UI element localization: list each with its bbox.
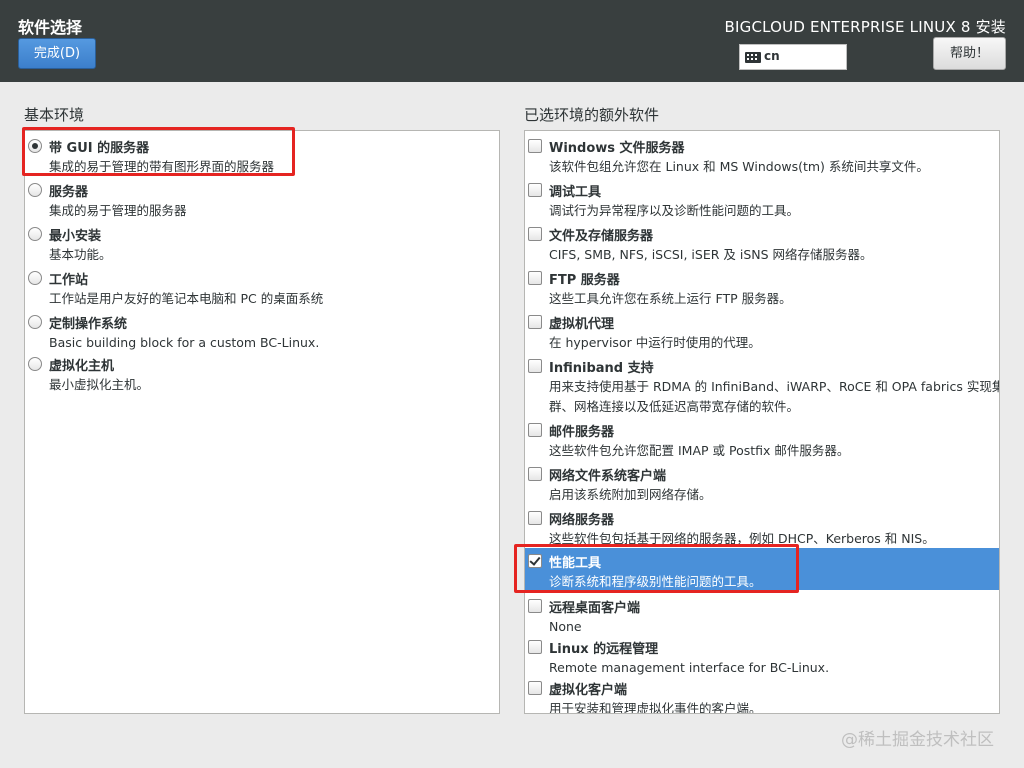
option-description: 工作站是用户友好的笔记本电脑和 PC 的桌面系统 [49, 291, 324, 306]
checkbox[interactable] [528, 227, 542, 241]
checkbox[interactable] [528, 423, 542, 437]
option-title: 虚拟化主机 [49, 359, 115, 374]
done-button[interactable]: 完成(D) [18, 38, 96, 69]
keyboard-layout-indicator[interactable]: cn [739, 44, 847, 70]
addon-title: 远程桌面客户端 [549, 601, 641, 616]
checkbox[interactable] [528, 640, 542, 654]
keyboard-layout-label: cn [764, 49, 780, 63]
option-description: 基本功能。 [49, 247, 112, 262]
radio-button[interactable] [28, 183, 42, 197]
addon-description: None [549, 619, 582, 634]
addon-title: 虚拟化客户端 [549, 683, 628, 698]
option-title: 定制操作系统 [49, 317, 128, 332]
highlight-annotation-box [514, 544, 799, 593]
option-title: 最小安装 [49, 229, 102, 244]
addons-heading: 已选环境的额外软件 [524, 106, 660, 124]
addon-description: 该软件包组允许您在 Linux 和 MS Windows(tm) 系统间共享文件… [549, 159, 929, 174]
base-environment-heading: 基本环境 [24, 106, 85, 124]
checkbox[interactable] [528, 359, 542, 373]
page-title: 软件选择 [18, 18, 83, 37]
checkbox[interactable] [528, 139, 542, 153]
addon-description: 用于安装和管理虚拟化事件的客户端。 [549, 701, 762, 714]
option-description: 集成的易于管理的服务器 [49, 203, 187, 218]
addon-description: Remote management interface for BC-Linux… [549, 660, 830, 675]
checkbox[interactable] [528, 599, 542, 613]
addon-title: 调试工具 [549, 185, 602, 200]
addon-description: 用来支持使用基于 RDMA 的 InfiniBand、iWARP、RoCE 和 … [549, 379, 1000, 394]
checkbox[interactable] [528, 271, 542, 285]
help-button[interactable]: 帮助！ [933, 37, 1006, 70]
watermark: @稀土掘金技术社区 [841, 730, 994, 750]
addon-description: CIFS, SMB, NFS, iSCSI, iSER 及 iSNS 网络存储服… [549, 247, 873, 262]
addon-title: Infiniband 支持 [549, 361, 654, 376]
addon-title: FTP 服务器 [549, 273, 620, 288]
checkbox[interactable] [528, 467, 542, 481]
checkbox[interactable] [528, 681, 542, 695]
addon-description-continued: 群、网格连接以及低延迟高带宽存储的软件。 [549, 399, 800, 414]
addon-title: Windows 文件服务器 [549, 141, 685, 156]
radio-button[interactable] [28, 357, 42, 371]
radio-button[interactable] [28, 227, 42, 241]
addon-description: 启用该系统附加到网络存储。 [549, 487, 712, 502]
addon-title: 文件及存储服务器 [549, 229, 654, 244]
addon-list: Windows 文件服务器 该软件包组允许您在 Linux 和 MS Windo… [524, 130, 1000, 714]
base-environment-list: 带 GUI 的服务器 集成的易于管理的带有图形界面的服务器 服务器 集成的易于管… [24, 130, 500, 714]
addon-title: Linux 的远程管理 [549, 642, 659, 657]
checkbox[interactable] [528, 315, 542, 329]
option-title: 工作站 [49, 273, 89, 288]
highlight-annotation-box [22, 127, 295, 176]
addon-description: 调试行为异常程序以及诊断性能问题的工具。 [549, 203, 800, 218]
keyboard-icon [745, 52, 761, 63]
addon-title: 网络服务器 [549, 513, 615, 528]
option-title: 服务器 [49, 185, 89, 200]
checkbox[interactable] [528, 183, 542, 197]
top-bar: 软件选择 完成(D) BIGCLOUD ENTERPRISE LINUX 8 安… [0, 0, 1024, 82]
option-description: 最小虚拟化主机。 [49, 377, 150, 392]
radio-button[interactable] [28, 271, 42, 285]
addon-title: 虚拟机代理 [549, 317, 615, 332]
addon-title: 网络文件系统客户端 [549, 469, 667, 484]
product-title: BIGCLOUD ENTERPRISE LINUX 8 安装 [724, 18, 1006, 36]
checkbox[interactable] [528, 511, 542, 525]
addon-description: 这些软件包允许您配置 IMAP 或 Postfix 邮件服务器。 [549, 443, 850, 458]
addon-title: 邮件服务器 [549, 425, 615, 440]
option-description: Basic building block for a custom BC-Lin… [49, 335, 320, 350]
radio-button[interactable] [28, 315, 42, 329]
addon-description: 在 hypervisor 中运行时使用的代理。 [549, 335, 761, 350]
addon-description: 这些工具允许您在系统上运行 FTP 服务器。 [549, 291, 792, 306]
